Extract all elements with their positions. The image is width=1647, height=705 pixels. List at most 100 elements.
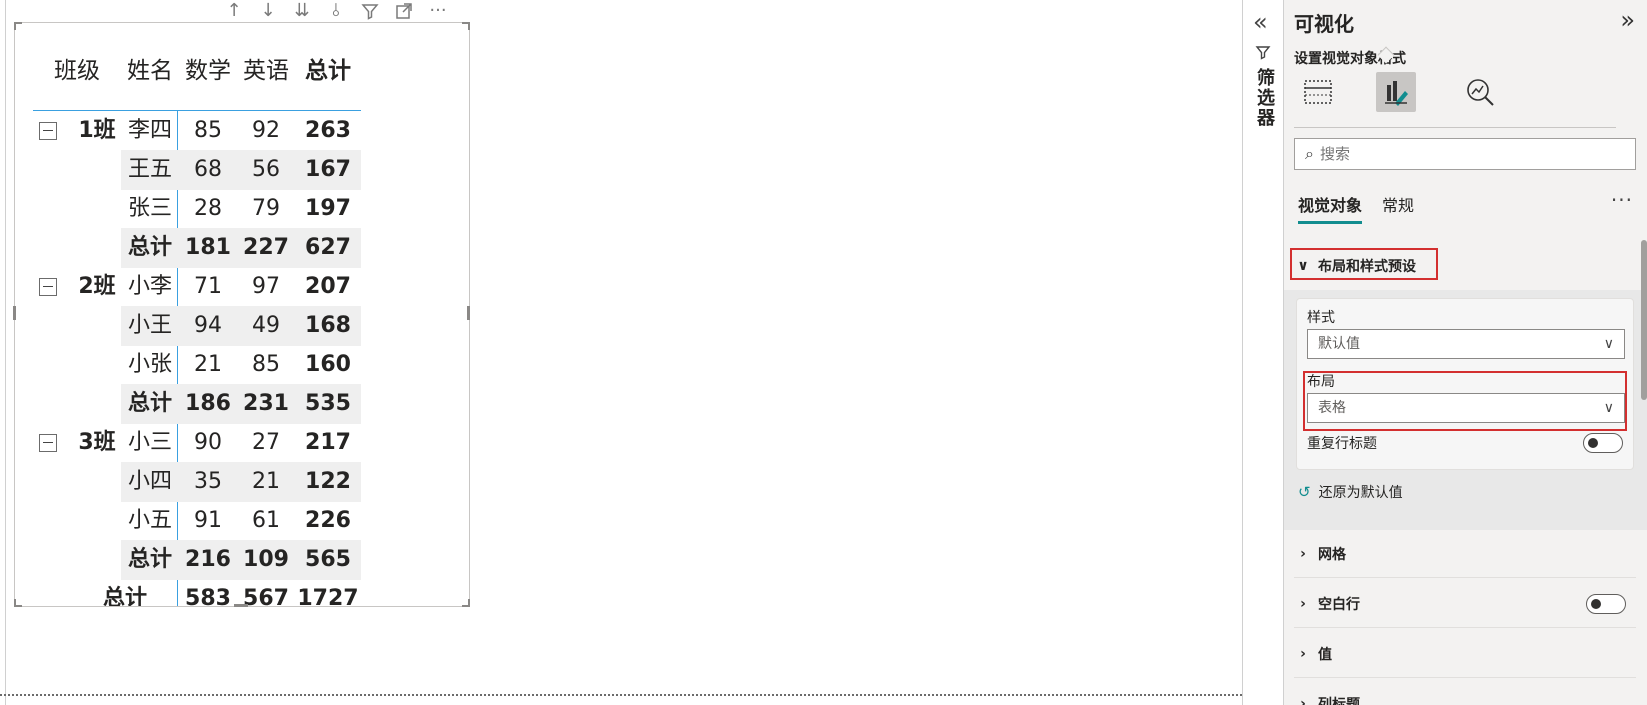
cell-math: 35 [194, 469, 222, 494]
subtotal-total: 627 [305, 235, 351, 260]
chevron-right-icon: › [1300, 645, 1306, 662]
cell-english: 61 [252, 508, 280, 533]
collapse-pane-icon[interactable]: » [1620, 6, 1635, 34]
cell-math: 90 [194, 430, 222, 455]
resize-handle[interactable] [234, 604, 248, 607]
cell-total: 263 [305, 118, 351, 143]
resize-handle[interactable] [462, 22, 470, 30]
collapse-icon[interactable] [39, 278, 57, 296]
tab-visual[interactable]: 视觉对象 [1298, 192, 1363, 224]
cell-math: 21 [194, 352, 222, 377]
cell-total: 207 [305, 274, 351, 299]
cell-total: 226 [305, 508, 351, 533]
expand-all-icon[interactable]: ⇊ [290, 1, 314, 21]
cell-math: 71 [194, 274, 222, 299]
more-options-icon[interactable]: ··· [1611, 188, 1633, 212]
section-grid[interactable]: › 网格 [1294, 530, 1636, 578]
reset-label: 还原为默认值 [1318, 485, 1403, 501]
pane-title: 可视化 [1294, 12, 1354, 36]
header-english[interactable]: 英语 [237, 51, 295, 91]
repeat-row-headers-toggle[interactable] [1583, 433, 1623, 453]
cell-total: 160 [305, 352, 351, 377]
section-layout-presets[interactable]: ∨ 布局和样式预设 [1290, 242, 1636, 290]
collapse-icon[interactable] [39, 434, 57, 452]
canvas-edge [5, 0, 6, 705]
resize-handle[interactable] [462, 599, 470, 607]
pane-scrollbar[interactable] [1641, 240, 1647, 400]
cell-math: 68 [194, 157, 222, 182]
more-options-icon[interactable]: ··· [426, 1, 450, 21]
chevron-right-icon: › [1300, 696, 1306, 705]
cell-english: 79 [252, 196, 280, 221]
subtotal-math: 186 [185, 391, 231, 416]
subtotal-total: 565 [305, 547, 351, 572]
subtotal-label: 总计 [127, 547, 172, 572]
reset-to-default[interactable]: ↺ 还原为默认值 [1298, 482, 1403, 502]
repeat-row-headers-label: 重复行标题 [1307, 436, 1377, 452]
header-name[interactable]: 姓名 [121, 51, 179, 91]
filter-icon [1255, 44, 1271, 64]
cell-name: 小王 [127, 313, 172, 338]
cell-math: 94 [194, 313, 222, 338]
resize-handle[interactable] [14, 599, 22, 607]
cell-name: 小张 [127, 352, 172, 377]
style-dropdown[interactable]: 默认值 ∨ [1307, 329, 1625, 359]
layout-section-body: 样式 默认值 ∨ 布局 表格 ∨ 重复行标题 ↺ 还原为默认值 [1284, 290, 1647, 530]
cell-math: 85 [194, 118, 222, 143]
cell-math: 91 [194, 508, 222, 533]
layout-card: 样式 默认值 ∨ 布局 表格 ∨ 重复行标题 [1296, 298, 1634, 470]
search-box[interactable]: ⌕ [1294, 138, 1636, 170]
subtotal-total: 535 [305, 391, 351, 416]
pane-tabs [1294, 72, 1616, 128]
layout-dropdown[interactable]: 表格 ∨ [1307, 393, 1625, 423]
section-column-headers[interactable]: › 列标题 [1294, 680, 1636, 705]
highlight-box [1290, 248, 1438, 280]
cell-name: 小三 [127, 430, 172, 455]
filter-pane[interactable]: « 筛选器 [1242, 0, 1284, 705]
grand-total-english: 567 [243, 586, 289, 607]
analytics-icon[interactable] [1460, 72, 1500, 112]
layout-value: 表格 [1318, 400, 1346, 416]
search-icon: ⌕ [1305, 144, 1314, 163]
section-title: 空白行 [1318, 596, 1360, 613]
format-subtabs: 视觉对象 常规 [1298, 192, 1414, 224]
collapse-icon[interactable] [39, 122, 57, 140]
build-visual-icon[interactable] [1298, 72, 1338, 112]
resize-handle[interactable] [14, 22, 22, 30]
cell-english: 27 [252, 430, 280, 455]
focus-mode-icon[interactable] [392, 1, 416, 21]
subtotal-label: 总计 [127, 235, 172, 260]
tab-general[interactable]: 常规 [1382, 192, 1414, 222]
search-input[interactable] [1319, 145, 1600, 163]
header-math[interactable]: 数学 [179, 51, 237, 91]
chevron-right-icon: › [1300, 595, 1306, 612]
resize-handle[interactable] [467, 306, 470, 320]
subtotal-label: 总计 [127, 391, 172, 416]
report-canvas: ↑ ↓ ⇊ ⫰ ··· 班级 姓名 数学 英语 总计 1班 李四 85 92 2… [0, 0, 1242, 705]
expand-next-level-icon[interactable]: ⫰ [324, 1, 348, 21]
drill-down-icon[interactable]: ↓ [256, 1, 280, 21]
subtotal-math: 216 [185, 547, 231, 572]
cell-total: 168 [305, 313, 351, 338]
section-blank-rows[interactable]: › 空白行 [1294, 580, 1636, 628]
drill-up-icon[interactable]: ↑ [222, 1, 246, 21]
header-class[interactable]: 班级 [33, 51, 121, 91]
section-values[interactable]: › 值 [1294, 630, 1636, 678]
layout-label: 布局 [1307, 374, 1335, 390]
cell-name: 张三 [127, 196, 172, 221]
cell-english: 92 [252, 118, 280, 143]
matrix-visual[interactable]: 班级 姓名 数学 英语 总计 1班 李四 85 92 263 王五 68 56 … [14, 22, 470, 607]
resize-handle[interactable] [13, 306, 16, 320]
visual-header: ↑ ↓ ⇊ ⫰ ··· [222, 0, 450, 22]
filter-icon[interactable] [358, 1, 382, 21]
format-visual-icon[interactable] [1376, 72, 1416, 112]
class-label: 1班 [78, 118, 116, 143]
filter-pane-label[interactable]: 筛选器 [1251, 68, 1277, 128]
class-label: 3班 [78, 430, 116, 455]
subtotal-math: 181 [185, 235, 231, 260]
blank-rows-toggle[interactable] [1586, 594, 1626, 614]
expand-pane-icon[interactable]: « [1253, 8, 1268, 36]
chevron-down-icon: ∨ [1603, 400, 1614, 416]
header-total[interactable]: 总计 [295, 51, 361, 91]
cell-english: 97 [252, 274, 280, 299]
